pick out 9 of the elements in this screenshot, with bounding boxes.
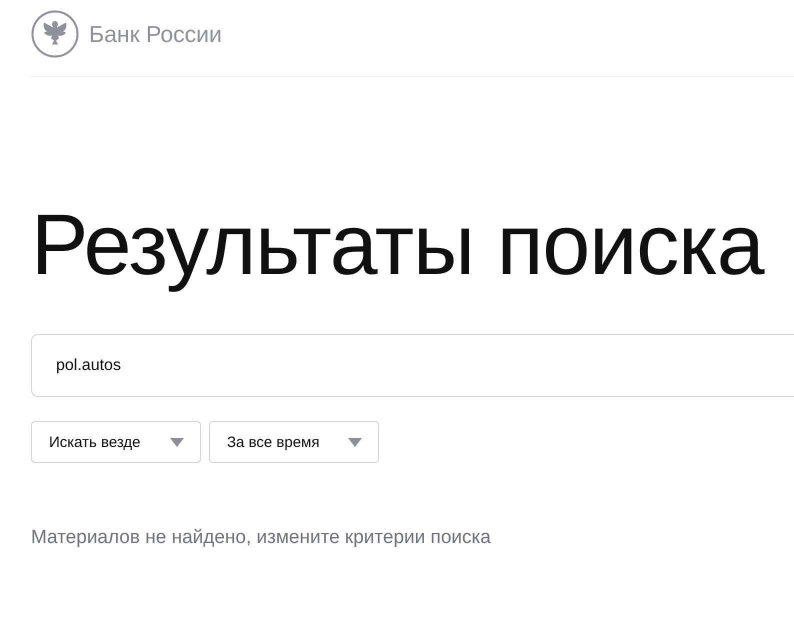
emblem-icon[interactable] [31,10,79,58]
empty-message: Материалов не найдено, измените критерии поиска [31,527,492,549]
page-title: Результаты поиска [31,196,766,295]
search-field[interactable]: pol.autos [31,334,794,397]
filter-dropdown[interactable]: Искать везде [31,421,201,463]
caret-icon [348,438,362,446]
filter-dropdown[interactable]: За все время [209,421,379,463]
caret-icon [170,438,184,446]
brand-name: Банк России [89,20,222,48]
